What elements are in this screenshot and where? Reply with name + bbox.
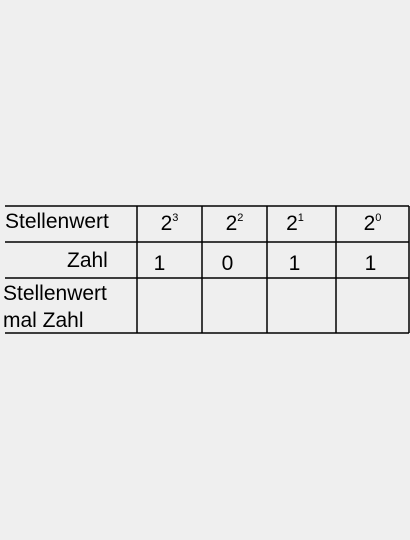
place-value-cell: 20 [363,212,382,235]
row-label-place-value: Stellenwert [5,210,109,233]
row-label-product-line2: mal Zahl [3,309,84,332]
number-cell: 1 [288,252,301,275]
place-value-cell: 22 [225,212,244,235]
row-label-number: Zahl [67,249,108,272]
number-cell: 1 [153,252,166,275]
number-cell: 0 [221,252,234,275]
place-value-cell: 21 [286,212,304,235]
number-cell: 1 [364,252,377,275]
place-value-cell: 23 [160,212,179,235]
row-label-product-line1: Stellenwert [3,282,107,305]
